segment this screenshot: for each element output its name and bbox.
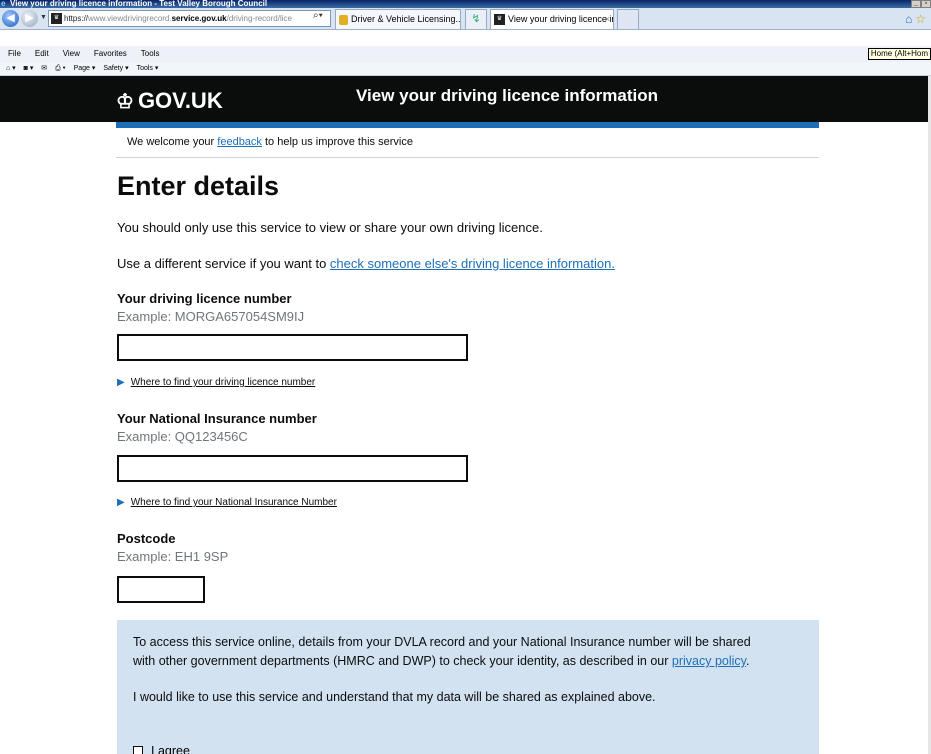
address-bar[interactable]: ♛ https://www.viewdrivingrecord.service.g…: [48, 10, 331, 27]
licence-number-input[interactable]: [117, 334, 468, 361]
header-underline: [116, 122, 819, 128]
page-menu[interactable]: Page ▾: [74, 65, 96, 72]
search-icon[interactable]: ⌕▾: [313, 10, 323, 21]
ie-logo-icon: e: [1, 0, 6, 8]
licence-help-details[interactable]: ▶ Where to find your driving licence numb…: [117, 377, 315, 389]
feedback-link[interactable]: feedback: [217, 136, 262, 148]
home-toolbar-icon[interactable]: ⌂ ▾: [6, 65, 16, 72]
consent-line-1: To access this service online, details f…: [133, 635, 751, 649]
menu-view[interactable]: View: [63, 49, 80, 58]
expand-triangle-icon: ▶: [117, 497, 125, 508]
mail-icon[interactable]: ✉: [41, 65, 47, 72]
site-favicon-icon: ♛: [494, 14, 505, 26]
print-icon[interactable]: ⎙ ▾: [55, 65, 66, 72]
safety-menu[interactable]: Safety ▾: [103, 65, 128, 72]
page-title: Enter details: [117, 171, 280, 201]
menu-file[interactable]: File: [8, 49, 21, 58]
ni-number-hint: Example: QQ123456C: [117, 429, 248, 444]
address-row: ◀ ▶ ▼ ♛ https://www.viewdrivingrecord.ser…: [0, 8, 931, 30]
licence-number-label: Your driving licence number: [117, 291, 292, 306]
agree-checkbox-label: I agree: [151, 744, 190, 754]
menu-edit[interactable]: Edit: [35, 49, 49, 58]
site-favicon-icon: ♛: [51, 13, 62, 24]
home-icon[interactable]: ⌂: [905, 12, 915, 26]
crown-icon: ♔: [116, 91, 134, 113]
privacy-policy-link[interactable]: privacy policy: [672, 654, 746, 668]
check-someone-else-link[interactable]: check someone else's driving licence inf…: [330, 256, 615, 271]
lock-icon: [339, 14, 348, 25]
maximize-button[interactable]: ▫: [921, 0, 931, 8]
command-bar: ⌂ ▾ ◙ ▾ ✉ ⎙ ▾ Page ▾ Safety ▾ Tools ▾: [0, 62, 931, 76]
minimize-button[interactable]: _: [911, 0, 921, 8]
tab-view-licence[interactable]: ♛View your driving licence info... ×: [490, 9, 614, 29]
window-title-bar: e View your driving licence information …: [0, 0, 931, 8]
window-title: View your driving licence information - …: [10, 0, 268, 8]
menu-tools[interactable]: Tools: [141, 49, 160, 58]
ni-number-label: Your National Insurance number: [117, 411, 317, 426]
postcode-input[interactable]: [117, 576, 205, 603]
tools-menu[interactable]: Tools ▾: [137, 65, 159, 72]
consent-statement: I would like to use this service and und…: [133, 690, 656, 704]
consent-panel: To access this service online, details f…: [117, 620, 819, 754]
expand-triangle-icon: ▶: [117, 377, 125, 388]
favorites-star-icon[interactable]: ☆: [915, 12, 929, 26]
forward-button[interactable]: ▶: [21, 10, 38, 27]
agree-checkbox-row[interactable]: I agree: [133, 744, 190, 754]
window-controls: _ ▫: [911, 0, 931, 8]
agree-checkbox[interactable]: [133, 746, 143, 754]
govuk-header: ♔ GOV.UK View your driving licence inform…: [0, 76, 931, 122]
feedback-banner: We welcome your feedback to help us impr…: [127, 136, 413, 148]
close-tab-icon[interactable]: ×: [605, 10, 610, 28]
ni-number-input[interactable]: [117, 455, 468, 482]
postcode-label: Postcode: [117, 531, 176, 546]
compatibility-view-icon[interactable]: ↯: [465, 9, 487, 29]
feeds-icon[interactable]: ◙ ▾: [24, 65, 34, 72]
back-button[interactable]: ◀: [2, 10, 19, 27]
service-name[interactable]: View your driving licence information: [356, 87, 658, 105]
menu-favorites[interactable]: Favorites: [94, 49, 127, 58]
consent-line-2: with other government departments (HMRC …: [133, 654, 750, 668]
licence-number-hint: Example: MORGA657054SM9IJ: [117, 309, 305, 324]
new-tab-button[interactable]: [617, 9, 639, 29]
ni-help-details[interactable]: ▶ Where to find your National Insurance N…: [117, 497, 337, 509]
govuk-logo[interactable]: ♔ GOV.UK: [116, 89, 223, 114]
home-tooltip: Home (Alt+Hom: [867, 48, 931, 60]
other-service-text: Use a different service if you want to c…: [117, 256, 615, 271]
postcode-hint: Example: EH1 9SP: [117, 549, 229, 564]
tab-dvla[interactable]: Driver & Vehicle Licensing...: [335, 9, 461, 29]
menu-bar: File Edit View Favorites Tools Home (Alt+Hom: [0, 46, 931, 62]
divider: [116, 157, 819, 158]
intro-text: You should only use this service to view…: [117, 220, 543, 235]
recent-pages-dropdown-icon[interactable]: ▼: [40, 14, 47, 21]
toolbar-icons: ⌂☆: [905, 12, 929, 26]
